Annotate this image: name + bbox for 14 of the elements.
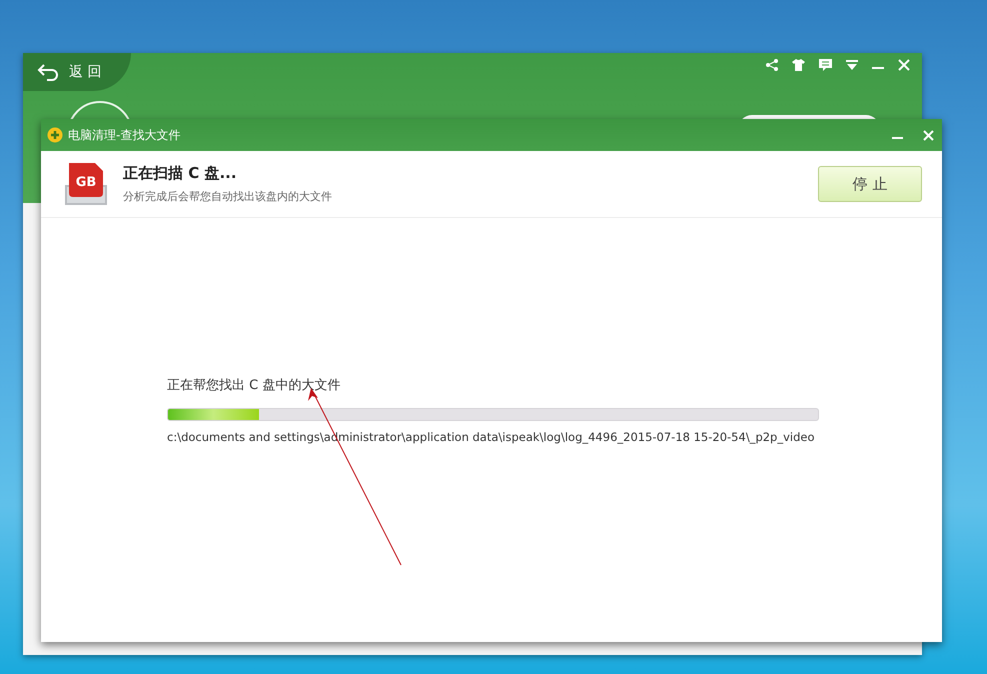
message-icon[interactable] xyxy=(819,59,832,71)
back-button[interactable]: 返 回 xyxy=(23,53,132,91)
close-icon[interactable] xyxy=(898,59,910,71)
shirt-icon[interactable] xyxy=(792,59,805,71)
scan-status-text: 正在帮您找出 C 盘中的大文件 xyxy=(167,377,342,394)
dialog-title: 电脑清理-查找大文件 xyxy=(68,126,182,144)
dropdown-icon[interactable] xyxy=(846,59,858,71)
scan-title: 正在扫描 C 盘... xyxy=(123,164,238,183)
close-icon[interactable] xyxy=(923,130,934,140)
plus-icon xyxy=(47,127,63,143)
back-arrow-icon xyxy=(37,63,61,81)
scan-subtitle: 分析完成后会帮您自动找出该盘内的大文件 xyxy=(123,189,333,204)
share-icon[interactable] xyxy=(766,59,778,71)
stop-button[interactable]: 停 止 xyxy=(818,166,922,202)
